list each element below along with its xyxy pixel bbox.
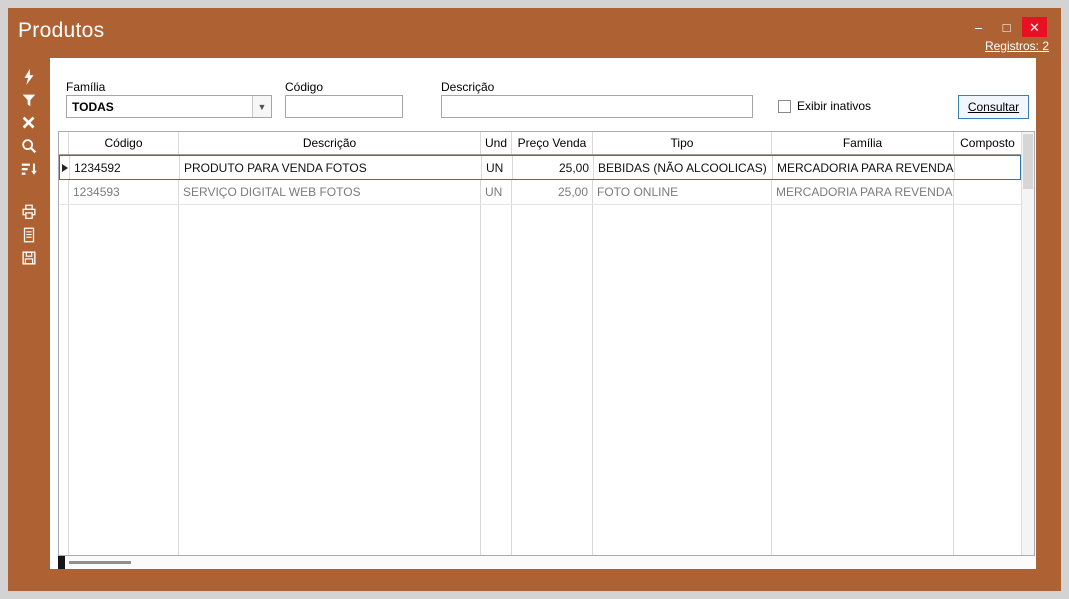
cell-und: UN <box>481 180 512 204</box>
current-row-arrow-icon <box>62 164 68 172</box>
column-header-und[interactable]: Und <box>481 132 512 154</box>
descricao-input[interactable] <box>441 95 753 118</box>
cell-composto <box>954 180 1021 204</box>
refresh-button[interactable] <box>13 65 45 88</box>
cell-und: UN <box>482 156 513 179</box>
empty-col <box>512 205 593 555</box>
titlebar[interactable]: Produtos – □ ✕ Registros: 2 <box>8 8 1061 58</box>
filter-button[interactable] <box>13 88 45 111</box>
table-row-selected[interactable]: 1234592 PRODUTO PARA VENDA FOTOS UN 25,0… <box>59 155 1021 180</box>
row-indicator-cell <box>59 180 69 204</box>
registros-link[interactable]: Registros: 2 <box>985 39 1049 53</box>
empty-col <box>59 205 69 555</box>
sort-icon <box>20 160 38 178</box>
vertical-scrollbar-thumb[interactable] <box>1023 134 1033 189</box>
cell-preco-venda: 25,00 <box>513 156 594 179</box>
close-button[interactable]: ✕ <box>1022 17 1047 37</box>
window-controls: – □ ✕ <box>966 17 1047 37</box>
descricao-label: Descrição <box>441 80 494 94</box>
refresh-icon <box>20 68 38 86</box>
maximize-icon: □ <box>1003 21 1011 34</box>
checkbox-unchecked-icon[interactable] <box>778 100 791 113</box>
codigo-label: Código <box>285 80 323 94</box>
products-grid: Código Descrição Und Preço Venda Tipo Fa… <box>58 131 1035 556</box>
cell-tipo: BEBIDAS (NÃO ALCOOLICAS) <box>594 156 773 179</box>
maximize-button[interactable]: □ <box>994 17 1019 37</box>
column-header-composto[interactable]: Composto <box>954 132 1021 154</box>
table-row[interactable]: 1234593 SERVIÇO DIGITAL WEB FOTOS UN 25,… <box>59 180 1021 205</box>
consultar-button[interactable]: Consultar <box>958 95 1029 119</box>
empty-col <box>179 205 481 555</box>
horizontal-scrollbar[interactable] <box>58 556 1035 569</box>
row-indicator-cell <box>60 156 70 179</box>
content-area: Família TODAS ▼ Código Descrição Exibir … <box>50 58 1036 569</box>
familia-select[interactable]: TODAS ▼ <box>66 95 272 118</box>
chevron-down-icon: ▼ <box>252 96 271 117</box>
horizontal-scrollbar-thumb[interactable] <box>69 561 131 564</box>
grid-body: Código Descrição Und Preço Venda Tipo Fa… <box>59 132 1021 555</box>
cell-preco-venda: 25,00 <box>512 180 593 204</box>
cell-familia: MERCADORIA PARA REVENDA <box>773 156 955 179</box>
exibir-inativos-label: Exibir inativos <box>797 99 871 113</box>
clear-filter-icon <box>20 114 38 132</box>
grid-header-row: Código Descrição Und Preço Venda Tipo Fa… <box>59 132 1021 155</box>
cell-codigo: 1234592 <box>70 156 180 179</box>
cell-familia: MERCADORIA PARA REVENDA <box>772 180 954 204</box>
empty-col <box>481 205 512 555</box>
column-header-descricao[interactable]: Descrição <box>179 132 481 154</box>
cell-codigo: 1234593 <box>69 180 179 204</box>
toolbar-sidebar <box>8 58 50 569</box>
app-window: Produtos – □ ✕ Registros: 2 <box>8 8 1061 591</box>
exibir-inativos-checkbox-row[interactable]: Exibir inativos <box>778 99 871 113</box>
scrollbar-corner <box>58 556 65 569</box>
vertical-scrollbar[interactable] <box>1021 132 1034 555</box>
report-button[interactable] <box>13 223 45 246</box>
column-header-preco-venda[interactable]: Preço Venda <box>512 132 593 154</box>
empty-col <box>69 205 179 555</box>
minimize-icon: – <box>975 21 982 34</box>
row-indicator-header <box>59 132 69 154</box>
cell-descricao: PRODUTO PARA VENDA FOTOS <box>180 156 482 179</box>
sort-button[interactable] <box>13 157 45 180</box>
report-icon <box>20 226 38 244</box>
empty-col <box>772 205 954 555</box>
minimize-button[interactable]: – <box>966 17 991 37</box>
print-button[interactable] <box>13 200 45 223</box>
save-icon <box>20 249 38 267</box>
empty-col <box>593 205 772 555</box>
column-header-tipo[interactable]: Tipo <box>593 132 772 154</box>
search-icon <box>20 137 38 155</box>
filter-icon <box>20 91 38 109</box>
empty-col <box>954 205 1021 555</box>
desktop-background: Produtos – □ ✕ Registros: 2 <box>0 0 1069 599</box>
search-button[interactable] <box>13 134 45 157</box>
column-header-codigo[interactable]: Código <box>69 132 179 154</box>
cell-descricao: SERVIÇO DIGITAL WEB FOTOS <box>179 180 481 204</box>
save-button[interactable] <box>13 246 45 269</box>
grid-empty-area <box>59 205 1021 555</box>
close-icon: ✕ <box>1029 21 1040 34</box>
familia-label: Família <box>66 80 105 94</box>
clear-filter-button[interactable] <box>13 111 45 134</box>
familia-selected-value: TODAS <box>67 100 114 114</box>
column-header-familia[interactable]: Família <box>772 132 954 154</box>
window-title: Produtos <box>18 19 104 43</box>
cell-composto <box>955 156 1020 179</box>
printer-icon <box>20 203 38 221</box>
cell-tipo: FOTO ONLINE <box>593 180 772 204</box>
codigo-input[interactable] <box>285 95 403 118</box>
